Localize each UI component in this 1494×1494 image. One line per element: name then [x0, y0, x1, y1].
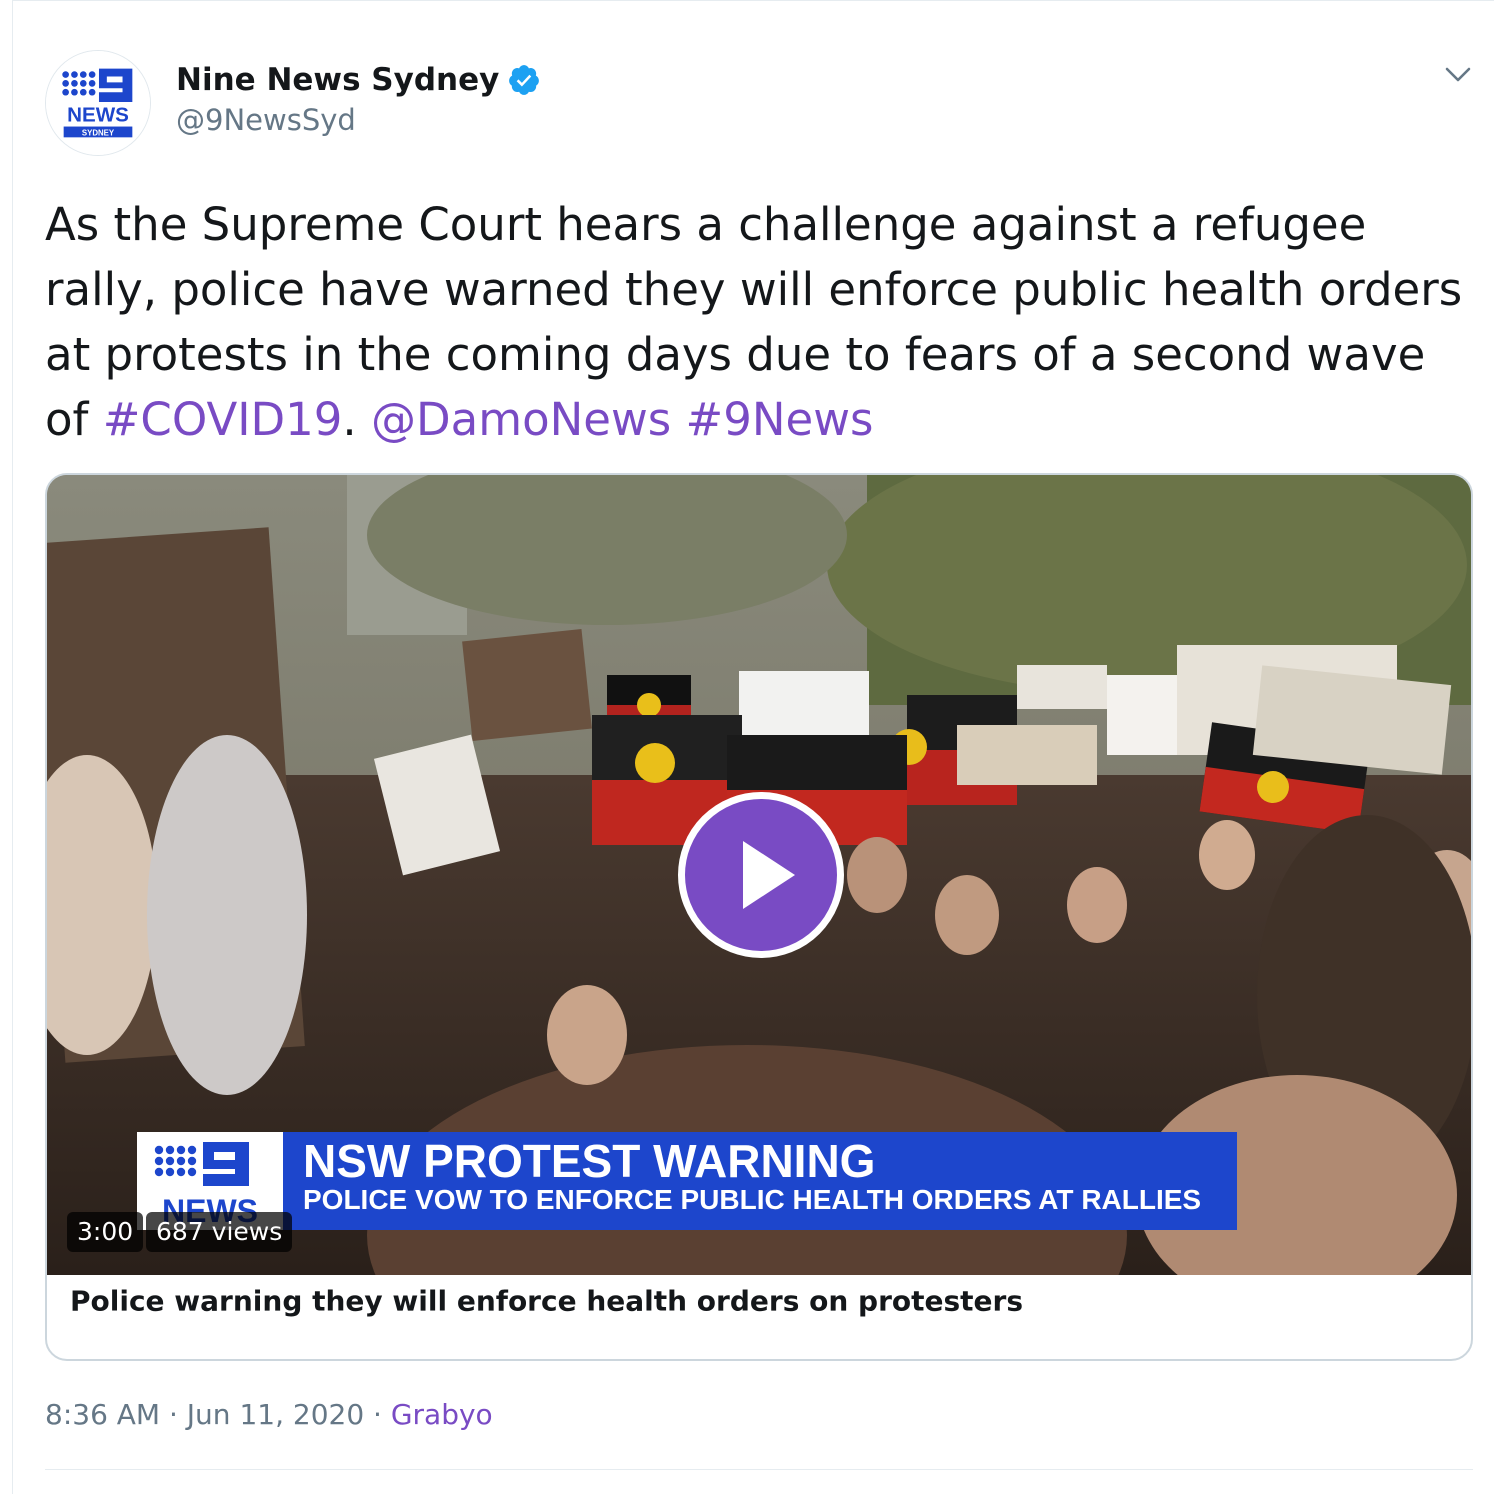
tweet-date[interactable]: Jun 11, 2020 — [187, 1398, 364, 1431]
meta-separator: · — [160, 1398, 187, 1431]
author-handle[interactable]: @9NewsSyd — [176, 103, 356, 137]
lower-third-headline: NSW PROTEST WARNING — [303, 1135, 876, 1187]
play-button[interactable] — [678, 792, 844, 958]
hashtag-9news[interactable]: #9News — [686, 393, 874, 446]
tweet-time[interactable]: 8:36 AM — [45, 1398, 160, 1431]
tweet-source-link[interactable]: Grabyo — [391, 1398, 493, 1431]
svg-text:SYDNEY: SYDNEY — [82, 128, 115, 137]
tweet-meta: 8:36 AM · Jun 11, 2020 · Grabyo — [45, 1398, 493, 1431]
video-duration-badge: 3:00 — [67, 1212, 144, 1252]
tweet-text: As the Supreme Court hears a challenge a… — [45, 192, 1465, 452]
card-title[interactable]: Police warning they will enforce health … — [70, 1285, 1023, 1318]
lower-third-subheadline: POLICE VOW TO ENFORCE PUBLIC HEALTH ORDE… — [303, 1184, 1202, 1215]
nine-news-logo-icon: NEWS SYDNEY — [46, 51, 150, 155]
tweet-separator: . — [342, 393, 372, 446]
lower-third-bar: NSW PROTEST WARNING POLICE VOW TO ENFORC… — [283, 1132, 1237, 1230]
video-player[interactable]: NEWS NSW PROTEST WARNING POLICE VOW TO E… — [47, 475, 1471, 1275]
meta-separator: · — [364, 1398, 391, 1431]
lower-third-banner: NEWS NSW PROTEST WARNING POLICE VOW TO E… — [137, 1132, 1237, 1230]
play-icon — [743, 841, 795, 909]
author-name[interactable]: Nine News Sydney — [176, 62, 541, 98]
chevron-down-icon[interactable] — [1442, 62, 1474, 88]
hashtag-covid19[interactable]: #COVID19 — [103, 393, 343, 446]
avatar[interactable]: NEWS SYDNEY — [45, 50, 151, 156]
mention-damonews[interactable]: @DamoNews — [371, 393, 671, 446]
author-name-label[interactable]: Nine News Sydney — [176, 62, 499, 98]
video-views-badge: 687 views — [146, 1212, 293, 1252]
divider — [45, 1469, 1473, 1470]
verified-badge-icon — [509, 65, 540, 95]
video-card[interactable]: NEWS NSW PROTEST WARNING POLICE VOW TO E… — [45, 473, 1473, 1361]
svg-text:NEWS: NEWS — [67, 104, 129, 127]
